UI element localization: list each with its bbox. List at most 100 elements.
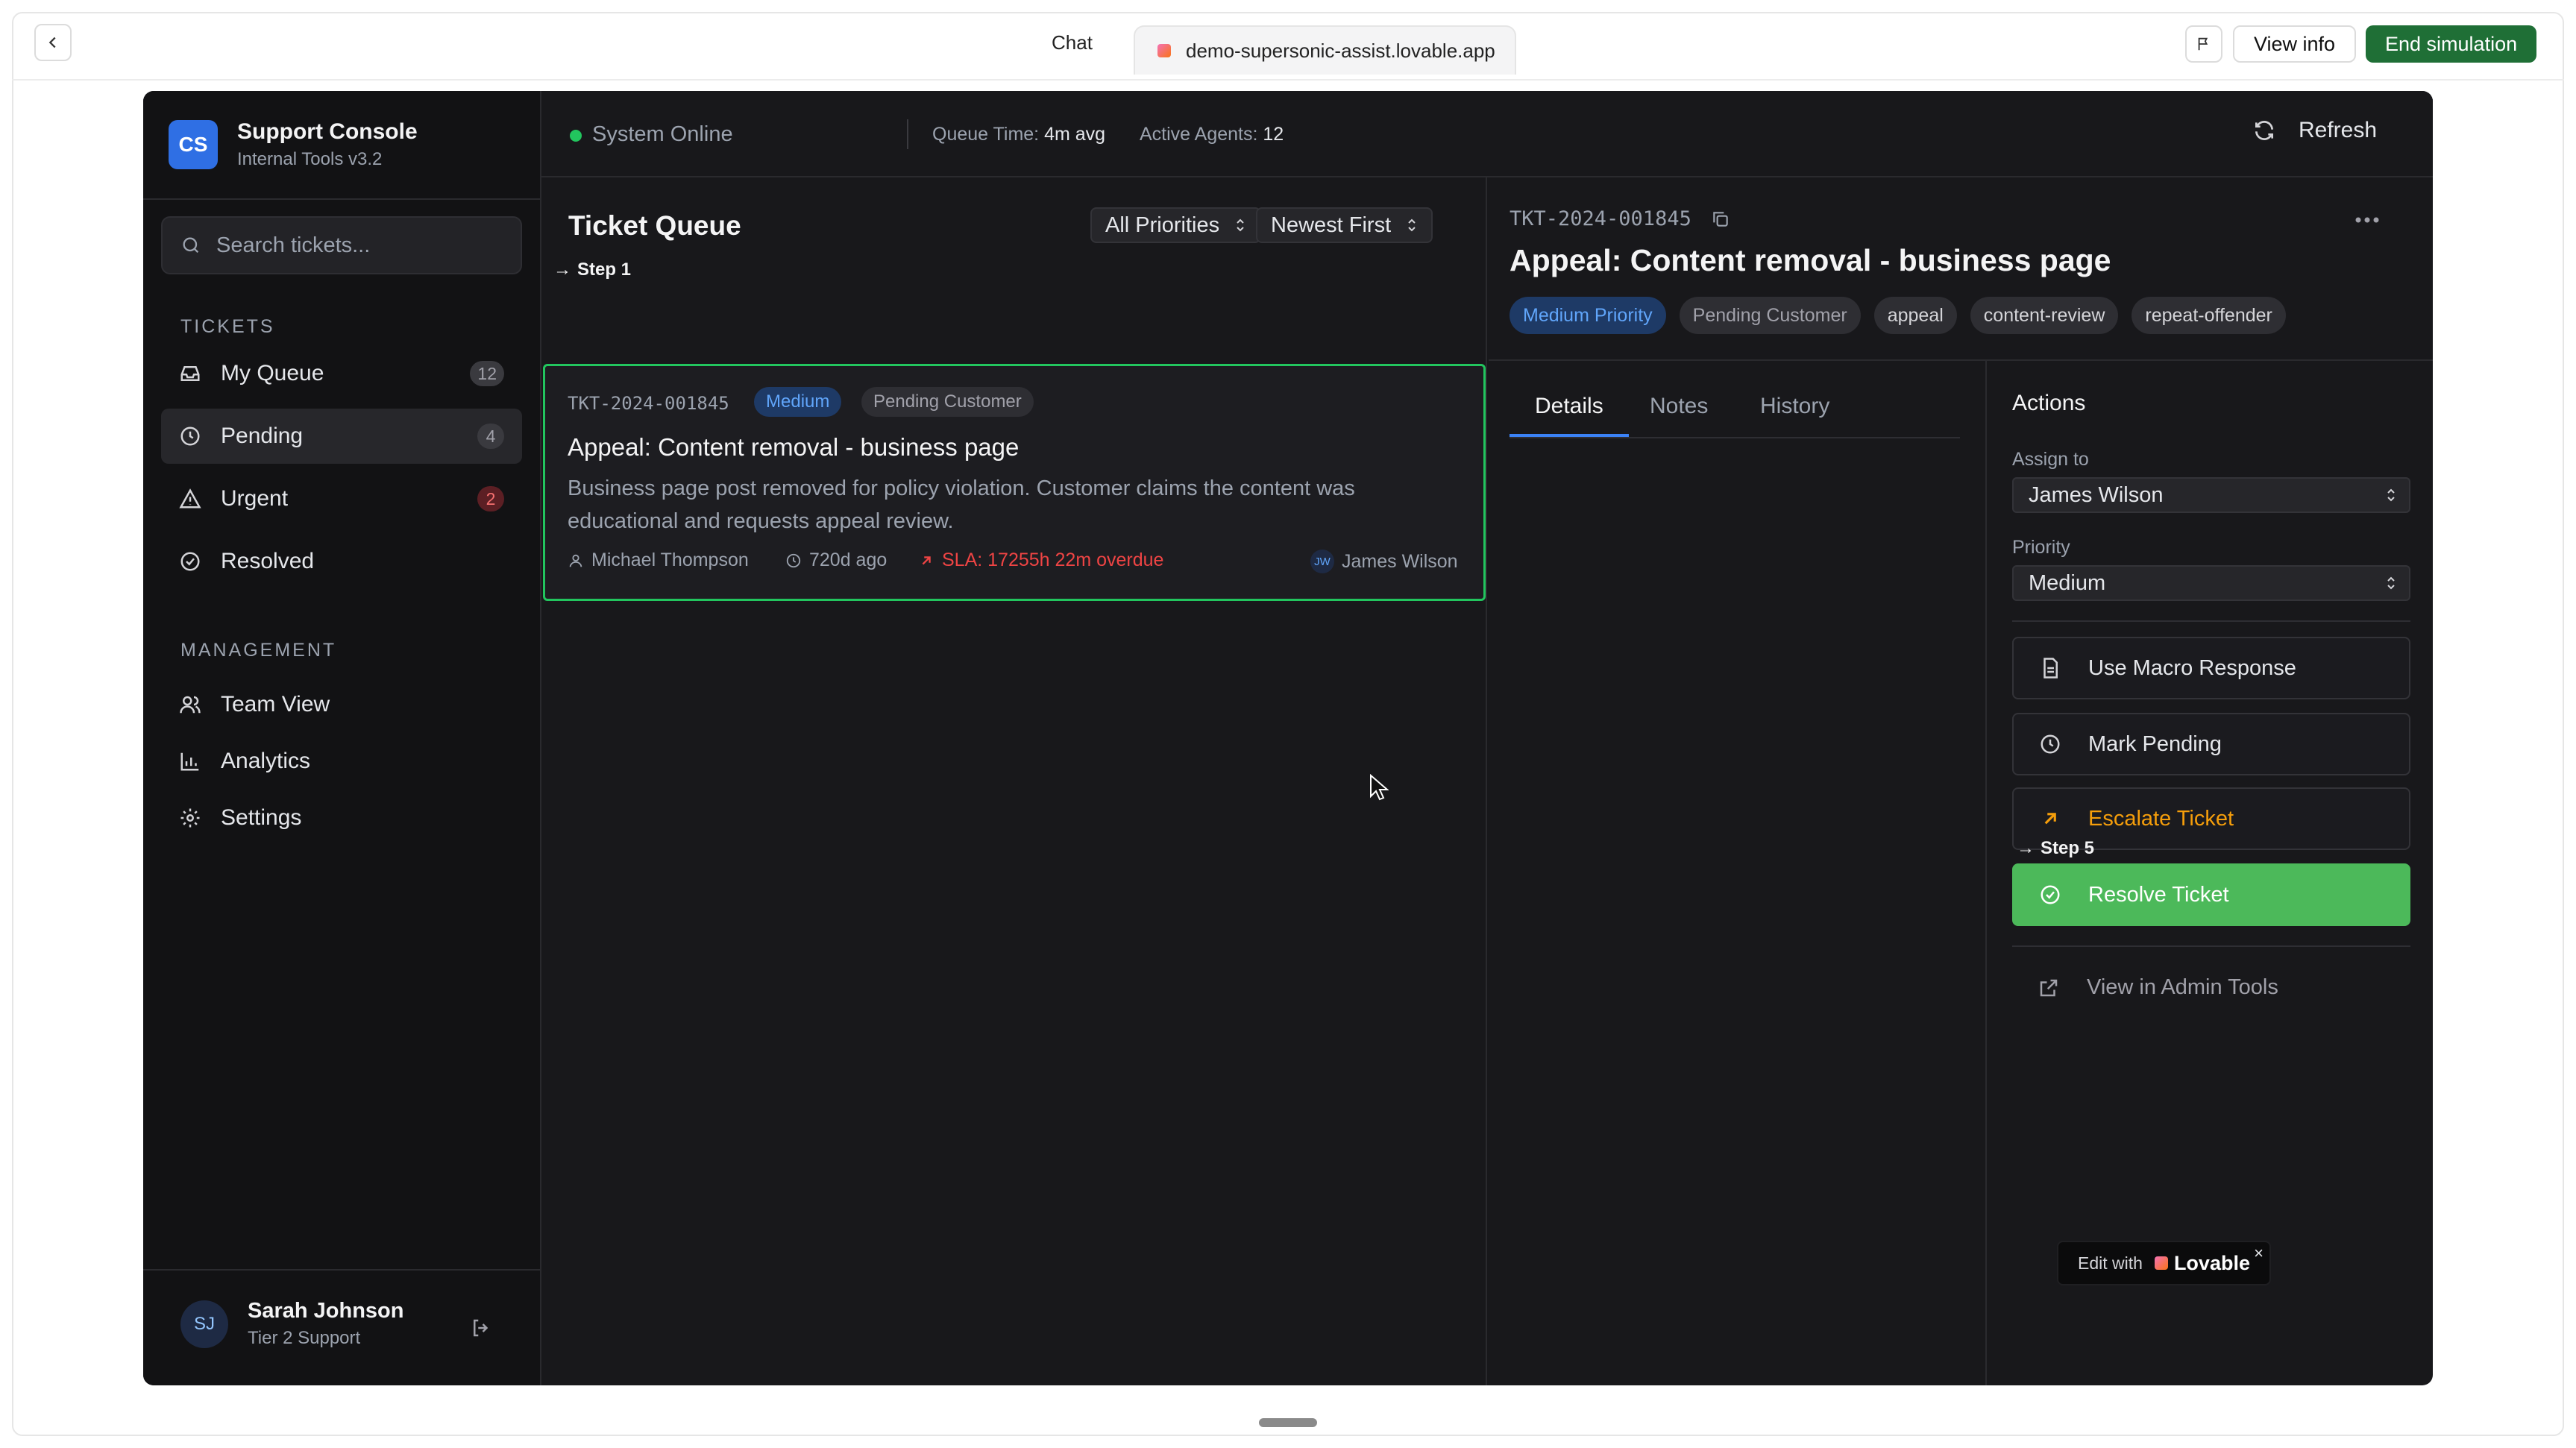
chevron-updown-icon xyxy=(1237,218,1244,232)
external-link-icon xyxy=(2040,979,2058,996)
user-role: Tier 2 Support xyxy=(248,1328,361,1348)
tab-details[interactable]: Details xyxy=(1510,394,1629,437)
sidebar-item-team-view[interactable]: Team View xyxy=(161,677,522,732)
user-name: Sarah Johnson xyxy=(248,1299,404,1323)
resolve-ticket-button[interactable]: Resolve Ticket xyxy=(2012,863,2410,926)
user-icon xyxy=(569,554,582,567)
arrow-up-right-icon xyxy=(922,555,931,564)
arrow-up-right-icon xyxy=(2044,813,2056,825)
sidebar-item-label: Settings xyxy=(221,805,302,830)
macro-response-label: Use Macro Response xyxy=(2088,655,2296,680)
tab-history[interactable]: History xyxy=(1735,394,1855,437)
users-icon xyxy=(180,696,201,714)
ticket-age: 720d ago xyxy=(785,550,887,571)
chevron-left-icon xyxy=(48,37,56,48)
copy-icon[interactable] xyxy=(1711,210,1730,229)
sidebar-item-urgent[interactable]: Urgent 2 xyxy=(161,471,522,526)
label-tag: appeal xyxy=(1873,297,1957,334)
more-options-button[interactable] xyxy=(2354,215,2381,228)
system-status: System Online xyxy=(592,122,733,146)
priority-label: Priority xyxy=(2012,537,2070,558)
queue-time: Queue Time: 4m avg xyxy=(932,124,1105,145)
chevron-updown-icon xyxy=(2387,488,2395,502)
ticket-assignee: JW James Wilson xyxy=(1310,550,1458,573)
end-simulation-button[interactable]: End simulation xyxy=(2366,25,2537,63)
clock-icon xyxy=(2041,734,2060,754)
close-icon[interactable]: × xyxy=(2254,1244,2264,1263)
sidebar-item-my-queue[interactable]: My Queue 12 xyxy=(161,346,522,401)
active-agents-label: Active Agents: xyxy=(1140,124,1258,145)
support-console-app: CS Support Console Internal Tools v3.2 T… xyxy=(143,91,2433,1385)
search-box[interactable] xyxy=(161,216,522,274)
sidebar-item-settings[interactable]: Settings xyxy=(161,790,522,846)
step-marker-1: → Step 1 xyxy=(553,259,631,280)
sidebar-item-resolved[interactable]: Resolved xyxy=(161,534,522,589)
active-agents-value: 12 xyxy=(1263,124,1284,145)
priority-filter-select[interactable]: All Priorities xyxy=(1090,207,1262,243)
step-label: Step 5 xyxy=(2041,838,2095,858)
avatar: SJ xyxy=(180,1300,228,1348)
url-tab[interactable]: demo-supersonic-assist.lovable.app xyxy=(1134,25,1516,75)
gear-icon xyxy=(180,808,200,828)
priority-select[interactable]: Medium xyxy=(2012,565,2410,601)
clock-icon xyxy=(786,553,801,567)
assign-select[interactable]: James Wilson xyxy=(2012,477,2410,513)
tag-list: Medium Priority Pending Customer appeal … xyxy=(1510,297,2286,334)
bar-chart-icon xyxy=(180,752,199,771)
resize-handle[interactable] xyxy=(1259,1418,1317,1427)
label-tag: content-review xyxy=(1970,297,2119,334)
lovable-favicon-icon xyxy=(1157,44,1171,57)
mark-pending-button[interactable]: Mark Pending xyxy=(2012,713,2410,775)
current-user: SJ Sarah Johnson Tier 2 Support xyxy=(180,1299,404,1349)
ticket-card[interactable]: TKT-2024-001845 Medium Pending Customer … xyxy=(543,364,1486,601)
refresh-button[interactable]: Refresh xyxy=(2252,118,2377,143)
mouse-cursor-icon xyxy=(1370,774,1389,801)
age-value: 720d ago xyxy=(809,550,888,570)
logout-button[interactable] xyxy=(470,1317,492,1343)
check-circle-icon xyxy=(2041,885,2060,904)
active-agents: Active Agents: 12 xyxy=(1140,124,1284,145)
sidebar-item-analytics[interactable]: Analytics xyxy=(161,734,522,789)
detail-title: Appeal: Content removal - business page xyxy=(1510,243,2111,277)
view-admin-tools-link[interactable]: View in Admin Tools xyxy=(2012,975,2278,1000)
logout-icon xyxy=(474,1319,489,1337)
macro-response-button[interactable]: Use Macro Response xyxy=(2012,637,2410,699)
ticket-customer: Michael Thompson xyxy=(568,550,749,571)
priority-value: Medium xyxy=(2029,570,2106,595)
count-badge: 4 xyxy=(477,424,504,449)
url-tab-label: demo-supersonic-assist.lovable.app xyxy=(1186,39,1495,62)
flag-icon xyxy=(2198,37,2208,51)
status-tag: Pending Customer xyxy=(1679,297,1861,334)
flag-button[interactable] xyxy=(2185,25,2222,63)
inbox-icon xyxy=(180,366,200,381)
queue-title: Ticket Queue xyxy=(568,210,741,241)
clock-icon xyxy=(180,426,200,446)
edit-with-lovable-badge[interactable]: Edit with Lovable × xyxy=(2057,1241,2271,1285)
view-info-button[interactable]: View info xyxy=(2233,25,2357,63)
sidebar-item-label: Pending xyxy=(221,424,304,448)
back-button[interactable] xyxy=(34,24,72,61)
refresh-icon xyxy=(2255,121,2273,140)
assignee-name: James Wilson xyxy=(1342,550,1458,572)
actions-panel: Actions Assign to James Wilson Priority … xyxy=(1985,361,2433,1385)
ticket-title: Appeal: Content removal - business page xyxy=(568,433,1020,461)
status-dot xyxy=(570,130,582,142)
brand-title: Support Console xyxy=(237,119,418,144)
brand-subtitle: Internal Tools v3.2 xyxy=(237,149,383,169)
warning-icon xyxy=(179,488,201,509)
avatar: JW xyxy=(1310,550,1334,573)
sidebar-item-label: Team View xyxy=(221,692,330,717)
chat-tab[interactable]: Chat xyxy=(1052,31,1093,54)
search-input[interactable] xyxy=(216,233,515,258)
ticket-id: TKT-2024-001845 xyxy=(568,393,729,414)
tab-notes[interactable]: Notes xyxy=(1624,394,1733,437)
ticket-description: Business page post removed for policy vi… xyxy=(568,476,1355,533)
refresh-label: Refresh xyxy=(2299,118,2378,142)
status-badge: Pending Customer xyxy=(861,387,1034,417)
edit-with-label: Edit with xyxy=(2078,1253,2143,1273)
sidebar-item-pending[interactable]: Pending 4 xyxy=(161,409,522,464)
step-marker-5: → Step 5 xyxy=(2017,838,2094,859)
arrow-right-icon: → xyxy=(2017,838,2035,858)
sort-select[interactable]: Newest First xyxy=(1256,207,1433,243)
sidebar-item-label: Resolved xyxy=(221,549,315,573)
